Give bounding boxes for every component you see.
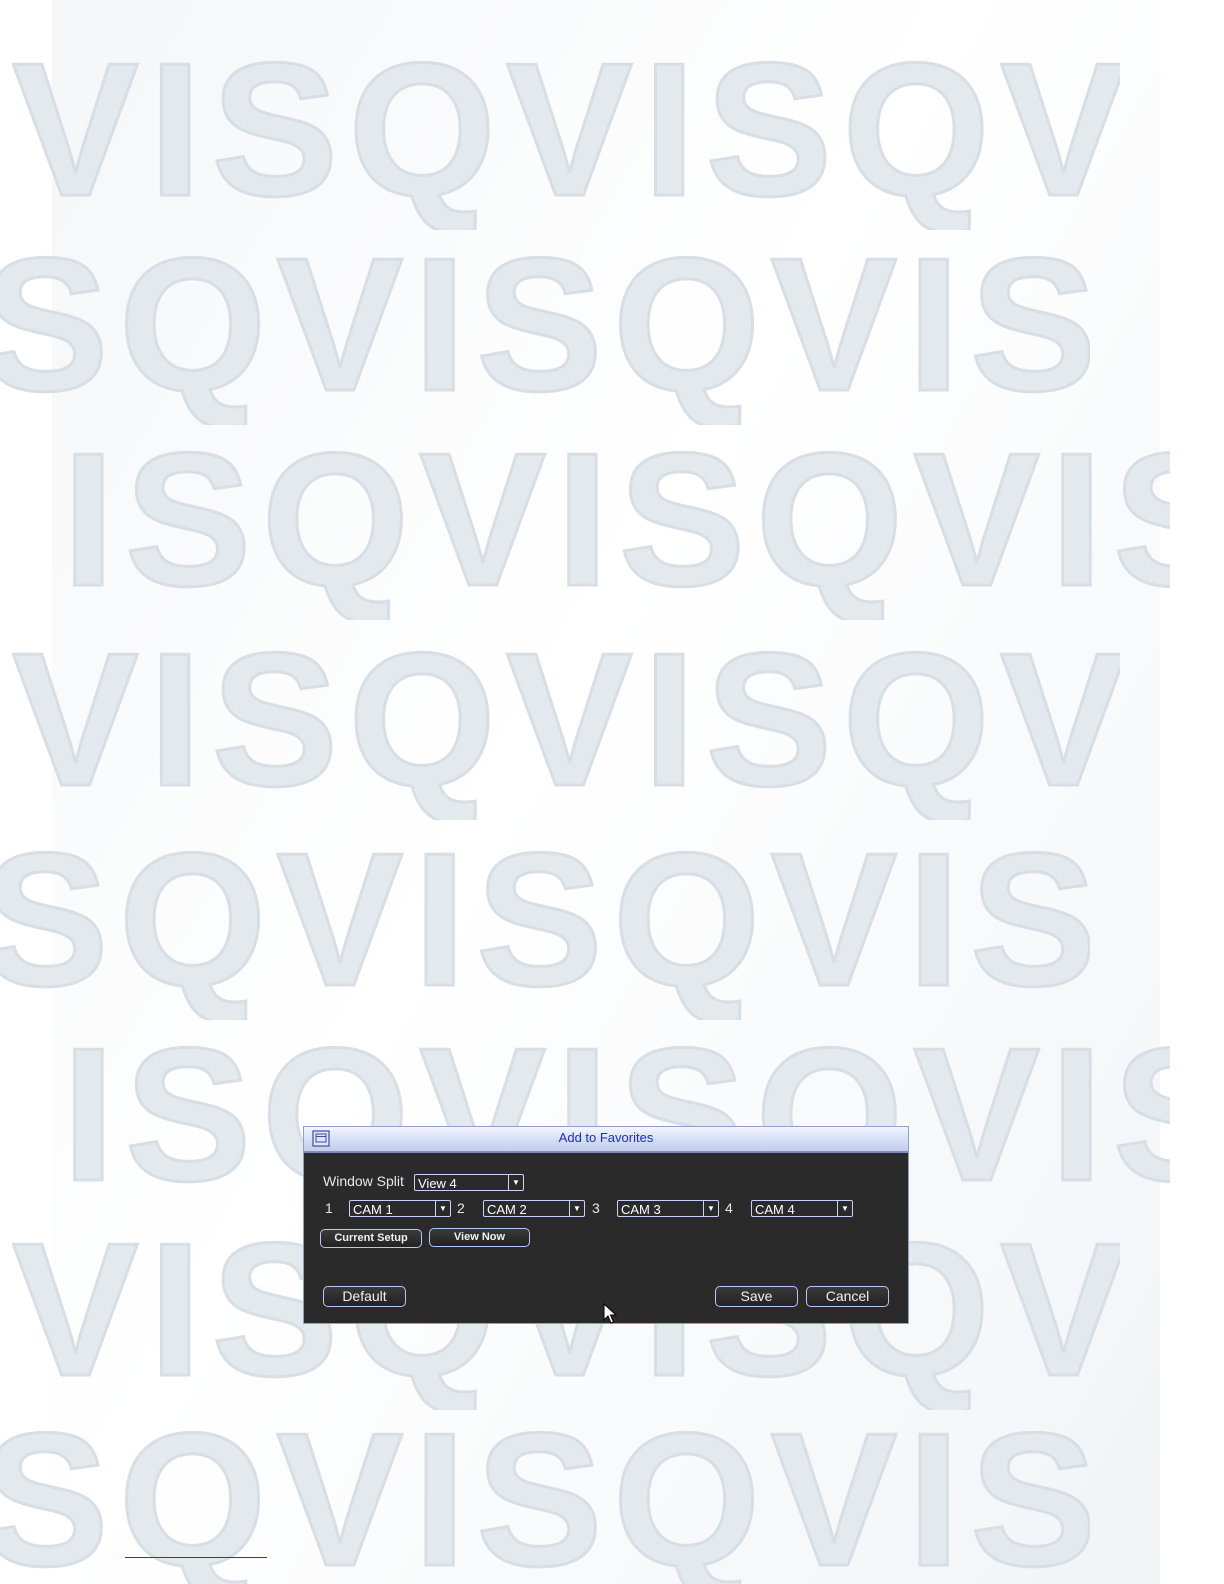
camera-select-value: CAM 3	[621, 1202, 661, 1217]
camera-select-value: CAM 2	[487, 1202, 527, 1217]
chevron-down-icon[interactable]: ▼	[508, 1175, 523, 1190]
dialog-titlebar[interactable]: Add to Favorites	[304, 1127, 908, 1153]
camera-select-value: CAM 4	[755, 1202, 795, 1217]
mouse-pointer-icon	[603, 1303, 617, 1324]
dialog-content: Window Split View 4 ▼ 1 CAM 1 ▼ 2 CAM 2 …	[304, 1153, 908, 1324]
chevron-down-icon[interactable]: ▼	[703, 1201, 718, 1216]
chevron-down-icon[interactable]: ▼	[837, 1201, 852, 1216]
cancel-button[interactable]: Cancel	[806, 1286, 889, 1307]
watermark-row: SQVISQVISQV	[0, 820, 1090, 1020]
save-button[interactable]: Save	[715, 1286, 798, 1307]
watermark-row: VISQVISQVIS	[12, 620, 1120, 820]
window-split-label: Window Split	[323, 1173, 404, 1189]
view-now-button[interactable]: View Now	[429, 1228, 530, 1247]
watermark-background: VISQVISQVIS SQVISQVISQV ISQVISQVISQ VISQ…	[0, 0, 1170, 1584]
watermark-row: SQVISQVISQV	[0, 225, 1090, 425]
chevron-down-icon[interactable]: ▼	[569, 1201, 584, 1216]
camera-slot-number: 4	[725, 1200, 733, 1216]
current-setup-button[interactable]: Current Setup	[320, 1229, 422, 1248]
footnote-separator	[125, 1557, 267, 1558]
watermark-row: ISQVISQVISQ	[62, 420, 1170, 620]
watermark-row: VISQVISQVIS	[12, 30, 1120, 230]
window-split-select[interactable]: View 4 ▼	[414, 1174, 524, 1191]
camera-select-4[interactable]: CAM 4 ▼	[751, 1200, 853, 1217]
window-split-value: View 4	[418, 1176, 457, 1191]
camera-select-1[interactable]: CAM 1 ▼	[349, 1200, 451, 1217]
camera-select-2[interactable]: CAM 2 ▼	[483, 1200, 585, 1217]
camera-slot-number: 3	[592, 1200, 600, 1216]
camera-select-value: CAM 1	[353, 1202, 393, 1217]
add-to-favorites-dialog: Add to Favorites Window Split View 4 ▼ 1…	[303, 1126, 909, 1324]
camera-slot-number: 2	[457, 1200, 465, 1216]
default-button[interactable]: Default	[323, 1286, 406, 1307]
camera-select-3[interactable]: CAM 3 ▼	[617, 1200, 719, 1217]
dialog-title: Add to Favorites	[558, 1130, 654, 1145]
chevron-down-icon[interactable]: ▼	[435, 1201, 450, 1216]
camera-slot-number: 1	[325, 1200, 333, 1216]
page: VISQVISQVIS SQVISQVISQV ISQVISQVISQ VISQ…	[0, 0, 1224, 1584]
